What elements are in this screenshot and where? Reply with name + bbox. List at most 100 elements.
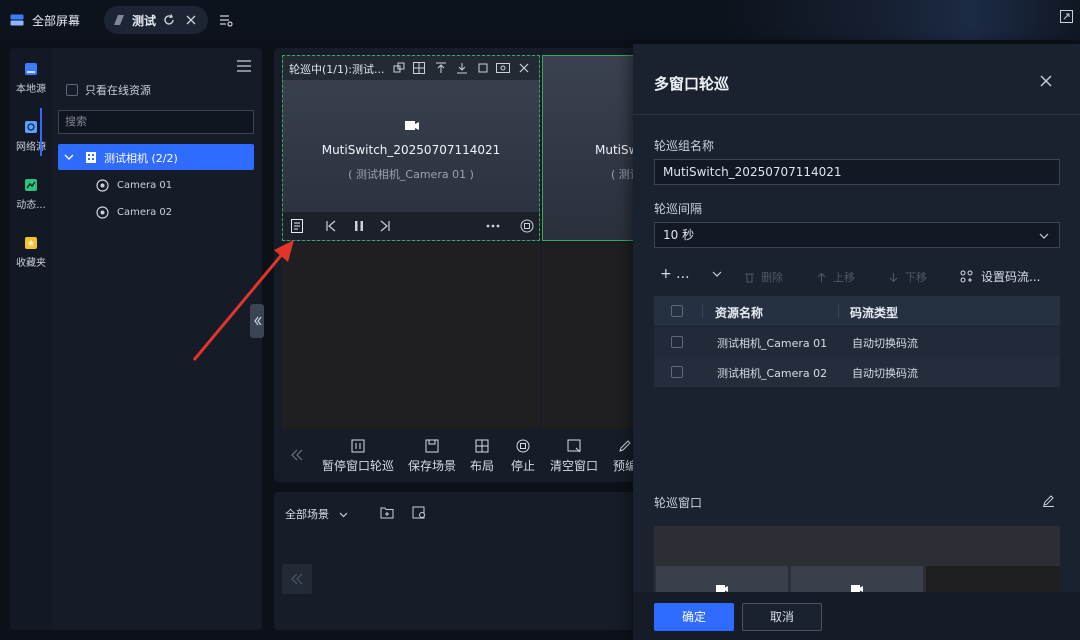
table-row[interactable]: 测试相机_Camera 02 自动切换码流 xyxy=(654,357,1060,387)
delete-label: 删除 xyxy=(761,271,783,284)
tab-list-icon[interactable] xyxy=(219,13,233,27)
rail-item-label: 动态... xyxy=(16,200,46,211)
delete-button[interactable]: 删除 xyxy=(744,269,783,285)
tree-root-label: 测试相机 (2/2) xyxy=(104,152,178,165)
rail-item-local[interactable]: 本地源 xyxy=(10,62,52,95)
scene-settings-icon[interactable] xyxy=(412,506,426,519)
unlink-icon[interactable] xyxy=(393,62,405,74)
column-divider xyxy=(702,304,703,318)
tab-test-label: 测试 xyxy=(132,13,157,28)
scene-panel: 全部场景 xyxy=(274,492,644,630)
move-up-button[interactable]: 上移 xyxy=(816,269,855,285)
row-checkbox[interactable] xyxy=(671,366,683,378)
tool-label: 布局 xyxy=(469,459,494,473)
skip-next-icon[interactable] xyxy=(379,220,391,232)
scene-dropdown[interactable]: 全部场景 xyxy=(285,506,348,522)
close-icon[interactable] xyxy=(519,63,529,73)
building-icon xyxy=(84,150,98,164)
add-folder-icon[interactable] xyxy=(380,506,394,519)
skip-previous-icon[interactable] xyxy=(325,220,337,232)
local-source-icon xyxy=(24,62,38,76)
group-name-input[interactable]: MutiSwitch_20250707114021 xyxy=(654,159,1060,185)
online-only-checkbox[interactable] xyxy=(66,84,78,96)
save-icon xyxy=(425,439,439,453)
refresh-icon[interactable] xyxy=(162,13,176,27)
video-cell-resource-sub: ( 测试相机_Camera 01 ) xyxy=(348,168,474,181)
group-name-label: 轮巡组名称 xyxy=(654,139,715,153)
cancel-button[interactable]: 取消 xyxy=(742,603,822,631)
tab-test[interactable]: 测试 xyxy=(104,6,208,34)
tree-node-camera[interactable]: Camera 01 xyxy=(96,176,172,194)
video-cell-3[interactable] xyxy=(282,243,540,429)
panel-menu-icon[interactable] xyxy=(236,59,252,73)
document-icon[interactable] xyxy=(291,219,303,233)
favorites-icon xyxy=(24,236,38,250)
search-input[interactable]: 搜索 xyxy=(58,110,254,134)
rail-item-network[interactable]: 网络源 xyxy=(10,120,52,153)
maximize-icon[interactable] xyxy=(477,62,489,74)
stop-circle-icon[interactable] xyxy=(520,219,534,233)
multi-window-tour-dialog: 多窗口轮巡 轮巡组名称 MutiSwitch_20250707114021 轮巡… xyxy=(633,44,1080,640)
clear-window-icon xyxy=(567,439,581,453)
interval-value: 10 秒 xyxy=(663,228,695,242)
chevron-down-icon[interactable] xyxy=(64,152,74,162)
close-tab-icon[interactable] xyxy=(186,15,196,25)
rail-item-label: 收藏夹 xyxy=(16,258,46,269)
top-bar: 全部屏幕 测试 xyxy=(0,0,1080,40)
add-resource-button[interactable]: + ... xyxy=(660,266,722,282)
double-chevron-left-icon[interactable] xyxy=(290,449,304,461)
tour-window-preview xyxy=(654,526,1060,596)
tool-label: 清空窗口 xyxy=(549,459,598,473)
more-icon[interactable] xyxy=(486,224,500,228)
select-all-checkbox[interactable] xyxy=(671,305,683,317)
move-down-label: 下移 xyxy=(905,271,927,284)
dialog-title: 多窗口轮巡 xyxy=(654,75,730,93)
clear-window-button[interactable]: 清空窗口 xyxy=(546,432,602,474)
close-icon[interactable] xyxy=(1040,75,1052,87)
move-down-button[interactable]: 下移 xyxy=(888,269,927,285)
fullscreen-icon[interactable] xyxy=(1060,10,1073,23)
tab-all-screens[interactable]: 全部屏幕 xyxy=(10,6,100,34)
source-rail: 本地源 网络源 动态... 收藏夹 xyxy=(10,48,52,630)
table-row[interactable]: 测试相机_Camera 01 自动切换码流 xyxy=(654,327,1060,357)
layout-button[interactable]: 布局 xyxy=(466,432,498,474)
save-scene-button[interactable]: 保存场景 xyxy=(404,432,460,474)
video-cell-toolbar xyxy=(283,212,539,240)
arrow-up-icon[interactable] xyxy=(435,62,447,74)
edit-pen-icon[interactable] xyxy=(1042,494,1055,507)
tree-node-camera[interactable]: Camera 02 xyxy=(96,203,172,221)
rail-item-dynamic[interactable]: 动态... xyxy=(10,178,52,211)
video-cell-4[interactable] xyxy=(542,243,642,429)
tree-camera-label: Camera 01 xyxy=(117,179,173,191)
pause-window-tour-button[interactable]: 暂停窗口轮巡 xyxy=(318,432,398,474)
tree-node-root[interactable]: 测试相机 (2/2) xyxy=(58,144,254,170)
rail-item-label: 本地源 xyxy=(16,84,46,95)
confirm-button[interactable]: 确定 xyxy=(654,603,734,631)
video-wall-toolbar: 暂停窗口轮巡 保存场景 布局 停止 清空窗口 预编 xyxy=(280,432,642,480)
video-cell-2[interactable]: MutiSw ( 测试 xyxy=(542,55,642,241)
set-stream-label: 设置码流... xyxy=(981,270,1041,284)
online-only-filter[interactable]: 只看在线资源 xyxy=(66,82,151,98)
scene-scroll-left-button[interactable] xyxy=(282,564,312,594)
row-stream-type: 自动切换码流 xyxy=(852,367,918,380)
screens-icon xyxy=(10,14,24,26)
video-cell-1[interactable]: 轮巡中(1/1):测试... MutiSwitch_20250707114021… xyxy=(282,55,540,241)
interval-select[interactable]: 10 秒 xyxy=(654,222,1060,248)
rail-item-favorites[interactable]: 收藏夹 xyxy=(10,236,52,269)
video-cell-title: 轮巡中(1/1):测试... xyxy=(289,63,385,76)
column-divider xyxy=(838,304,839,318)
trash-icon xyxy=(744,272,755,283)
pause-icon[interactable] xyxy=(353,220,365,232)
annotation-arrow xyxy=(192,240,294,361)
grid-icon xyxy=(475,439,489,453)
row-checkbox[interactable] xyxy=(671,336,683,348)
row-resource-name: 测试相机_Camera 01 xyxy=(717,337,828,350)
download-icon[interactable] xyxy=(456,62,468,74)
interval-label: 轮巡间隔 xyxy=(654,202,703,216)
stop-button[interactable]: 停止 xyxy=(508,432,538,474)
set-stream-button[interactable]: 设置码流... xyxy=(960,268,1040,285)
grid-icon[interactable] xyxy=(413,62,425,74)
arrow-up-icon xyxy=(816,272,827,283)
arrow-down-icon xyxy=(888,272,899,283)
screen-icon[interactable] xyxy=(496,62,510,74)
